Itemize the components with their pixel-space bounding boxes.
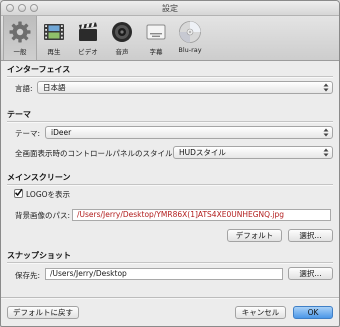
default-path-button[interactable]: デフォルト (227, 229, 282, 242)
ok-button[interactable]: OK (293, 306, 333, 319)
select-arrows-icon (323, 148, 329, 157)
language-label: 言語: (15, 84, 33, 93)
show-logo-checkbox[interactable] (14, 188, 23, 198)
tab-bluray[interactable]: Blu-ray (173, 16, 207, 60)
fullscreen-style-label: 全画面表示時のコントロールパネルのスタイル: (15, 149, 176, 158)
background-path-field[interactable]: /Users/Jerry/Desktop/YMR86X(1]ATS4XE0UNH… (72, 209, 331, 221)
theme-label: テーマ: (15, 129, 41, 138)
window-title: 設定 (162, 4, 178, 13)
tab-bluray-label: Blu-ray (178, 46, 202, 54)
tab-video-label: ビデオ (78, 48, 98, 56)
section-snapshot-title: スナップショット (7, 251, 71, 260)
show-logo-label: LOGOを表示 (26, 190, 71, 199)
select-arrows-icon (323, 128, 329, 137)
tab-video[interactable]: ビデオ (71, 16, 105, 60)
reset-defaults-button[interactable]: デフォルトに戻す (7, 306, 79, 319)
section-divider (7, 184, 333, 186)
background-path-label: 背景画像のパス: (15, 211, 71, 220)
fullscreen-style-select[interactable]: HUDスタイル (173, 146, 333, 159)
footer-divider (1, 297, 339, 299)
section-divider (7, 121, 333, 123)
tab-playback[interactable]: 再生 (37, 16, 71, 60)
clapperboard-icon (79, 22, 97, 41)
preferences-toolbar: 一般 再生 ビデオ 音声 字幕 Blu-ray (1, 16, 339, 61)
tab-audio[interactable]: 音声 (105, 16, 139, 60)
section-divider (7, 262, 333, 264)
browse-snapshot-button[interactable]: 選択... (288, 267, 333, 280)
save-location-label: 保存先: (15, 271, 41, 280)
tab-subtitles[interactable]: 字幕 (139, 16, 173, 60)
section-theme-title: テーマ (7, 110, 31, 119)
preferences-window: 設定 一般 再生 ビデオ 音声 字幕 Blu-ray インターフェイス 言語: … (0, 0, 340, 327)
theme-select[interactable]: iDeer (45, 126, 333, 139)
section-divider (7, 76, 333, 78)
disc-icon (179, 21, 201, 43)
gear-icon (9, 21, 31, 43)
section-main-screen-title: メインスクリーン (7, 173, 71, 182)
fullscreen-style-value: HUDスタイル (179, 148, 226, 157)
theme-select-value: iDeer (51, 128, 72, 137)
select-arrows-icon (323, 83, 329, 92)
tab-playback-label: 再生 (47, 48, 61, 56)
section-interface-title: インターフェイス (7, 65, 71, 74)
speaker-icon (112, 22, 132, 42)
title-bar: 設定 (1, 1, 339, 16)
preferences-content: インターフェイス 言語: 日本語 テーマ テーマ: iDeer 全画面表示時のコ… (1, 61, 339, 326)
language-select-value: 日本語 (43, 83, 66, 92)
browse-background-button[interactable]: 選択... (288, 229, 333, 242)
filmstrip-icon (44, 24, 64, 40)
tab-subtitles-label: 字幕 (149, 48, 163, 56)
cancel-button[interactable]: キャンセル (235, 306, 286, 319)
tab-general-label: 一般 (13, 48, 27, 56)
tab-audio-label: 音声 (115, 48, 129, 56)
language-select[interactable]: 日本語 (37, 81, 333, 94)
tab-general[interactable]: 一般 (3, 16, 37, 60)
checkmark-icon (14, 188, 23, 197)
subtitle-icon (146, 24, 166, 40)
save-location-field[interactable]: /Users/Jerry/Desktop (45, 268, 283, 280)
